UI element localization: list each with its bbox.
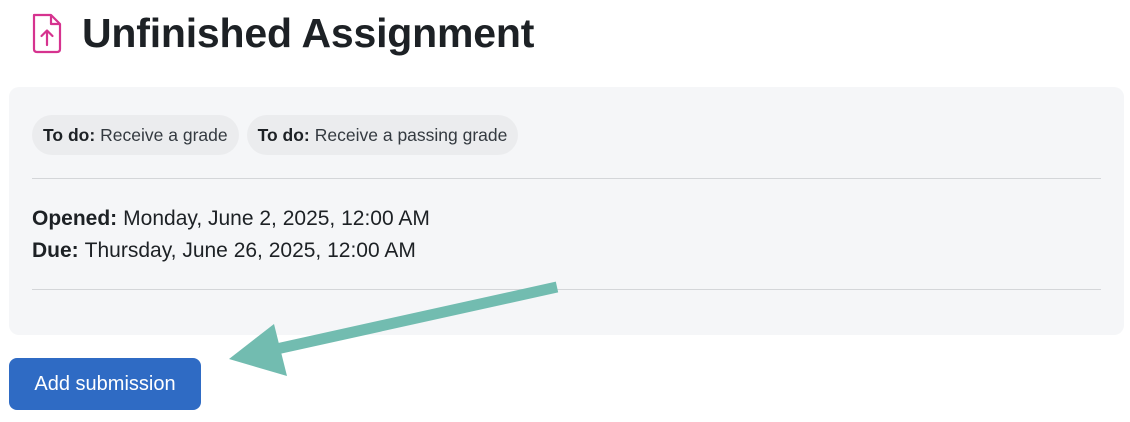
badge-text: Receive a passing grade [314, 124, 508, 145]
opened-label: Opened: [32, 207, 118, 230]
badge-prefix: To do: [257, 124, 310, 145]
completion-badge-receive-grade: To do: Receive a grade [32, 115, 239, 155]
badge-prefix: To do: [43, 124, 96, 145]
opened-date-row: Opened: Monday, June 2, 2025, 12:00 AM [32, 203, 430, 235]
assignment-upload-icon [30, 12, 64, 54]
divider [32, 289, 1101, 290]
activity-dates: Opened: Monday, June 2, 2025, 12:00 AM Du… [32, 203, 430, 267]
activity-information-panel: To do: Receive a grade To do: Receive a … [9, 87, 1124, 335]
completion-requirements: To do: Receive a grade To do: Receive a … [32, 115, 519, 155]
divider [32, 178, 1101, 179]
badge-text: Receive a grade [100, 124, 228, 145]
due-label: Due: [32, 239, 79, 262]
due-date-row: Due: Thursday, June 26, 2025, 12:00 AM [32, 235, 430, 267]
page-header: Unfinished Assignment [30, 8, 534, 58]
page-title: Unfinished Assignment [82, 10, 535, 56]
opened-value: Monday, June 2, 2025, 12:00 AM [123, 207, 430, 230]
due-value: Thursday, June 26, 2025, 12:00 AM [84, 239, 416, 262]
completion-badge-receive-passing-grade: To do: Receive a passing grade [246, 115, 519, 155]
add-submission-button[interactable]: Add submission [9, 358, 201, 410]
